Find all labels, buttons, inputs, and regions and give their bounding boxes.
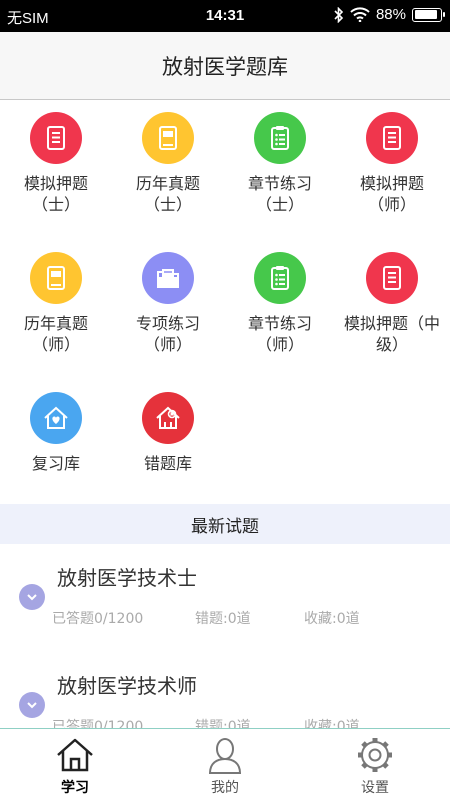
document-icon	[383, 126, 401, 150]
grid-item-past-exams-teacher[interactable]: 历年真题 （师）	[0, 252, 112, 355]
exam-title: 放射医学技术士	[57, 566, 197, 590]
grid-item-label: 模拟押题 （士）	[23, 174, 88, 214]
wifi-icon	[350, 7, 370, 22]
house-heart-icon	[44, 406, 68, 429]
tab-label: 设置	[361, 780, 389, 796]
home-icon	[57, 738, 93, 772]
favorites-count: 收藏:0道	[304, 611, 360, 627]
grid-icon-circle	[142, 392, 194, 444]
grid-item-label: 章节练习 （师）	[247, 314, 312, 354]
grid-item-special-practice-teacher[interactable]: 专项练习 （师）	[112, 252, 224, 355]
tab-settings[interactable]: 设置	[300, 729, 450, 800]
battery-percent: 88%	[375, 6, 406, 23]
gear-icon	[358, 738, 392, 772]
grid-icon-circle	[30, 112, 82, 164]
grid-icon-circle	[254, 112, 306, 164]
book-icon	[159, 126, 177, 150]
answered-count: 已答题0/1200	[52, 611, 144, 627]
grid-item-label: 专项练习 （师）	[135, 314, 200, 354]
house-x-icon	[156, 406, 180, 429]
grid-item-mock-exam-shi[interactable]: 模拟押题 （士）	[0, 112, 112, 215]
grid-item-label: 模拟押题（中 级）	[343, 314, 440, 354]
tab-bar: 学习 我的 设置	[0, 728, 450, 800]
grid-icon-circle	[142, 112, 194, 164]
grid-icon-circle	[142, 252, 194, 304]
book-icon	[47, 266, 65, 290]
user-icon	[208, 738, 242, 774]
list-item[interactable]: 放射医学技术士 已答题0/1200 错题:0道 收藏:0道	[0, 552, 450, 662]
chevron-down-icon[interactable]	[19, 692, 45, 718]
battery-icon	[412, 7, 445, 22]
grid-item-label: 历年真题 （士）	[135, 174, 200, 214]
document-icon	[47, 126, 65, 150]
grid-item-label: 历年真题 （师）	[23, 314, 88, 354]
bluetooth-icon	[334, 6, 344, 23]
grid-icon-circle	[30, 252, 82, 304]
grid-item-mock-exam-intermediate[interactable]: 模拟押题（中 级）	[336, 252, 448, 355]
grid-item-wrong-bank[interactable]: 错题库	[112, 392, 224, 474]
battery-fill	[414, 10, 437, 19]
grid-item-label: 章节练习 （士）	[247, 174, 312, 214]
exam-title: 放射医学技术师	[57, 674, 197, 698]
clipboard-icon	[271, 126, 289, 150]
page-title: 放射医学题库	[162, 54, 288, 79]
section-header: 最新试题	[0, 504, 450, 544]
grid-icon-circle	[366, 112, 418, 164]
grid-icon-circle	[254, 252, 306, 304]
grid-item-review-bank[interactable]: 复习库	[0, 392, 112, 474]
grid-item-past-exams-shi[interactable]: 历年真题 （士）	[112, 112, 224, 215]
grid-item-label: 模拟押题 （师）	[359, 174, 424, 214]
tab-label: 学习	[61, 780, 89, 796]
grid-icon-circle	[30, 392, 82, 444]
status-bar: 无SIM 14:31 88%	[0, 0, 450, 32]
chevron-down-icon[interactable]	[19, 584, 45, 610]
tab-label: 我的	[211, 780, 239, 796]
tab-mine[interactable]: 我的	[150, 729, 300, 800]
grid-item-chapter-practice-teacher[interactable]: 章节练习 （师）	[224, 252, 336, 355]
folder-icon	[157, 269, 179, 288]
grid-item-label: 错题库	[143, 454, 192, 473]
grid-item-label: 复习库	[31, 454, 80, 473]
nav-bar: 放射医学题库	[0, 32, 450, 100]
tab-study[interactable]: 学习	[0, 729, 150, 800]
wrong-count: 错题:0道	[195, 611, 251, 627]
document-icon	[383, 266, 401, 290]
status-indicators: 88%	[334, 6, 445, 23]
grid-item-chapter-practice-shi[interactable]: 章节练习 （士）	[224, 112, 336, 215]
clipboard-icon	[271, 266, 289, 290]
grid-icon-circle	[366, 252, 418, 304]
grid-item-mock-exam-shi-teacher[interactable]: 模拟押题 （师）	[336, 112, 448, 215]
